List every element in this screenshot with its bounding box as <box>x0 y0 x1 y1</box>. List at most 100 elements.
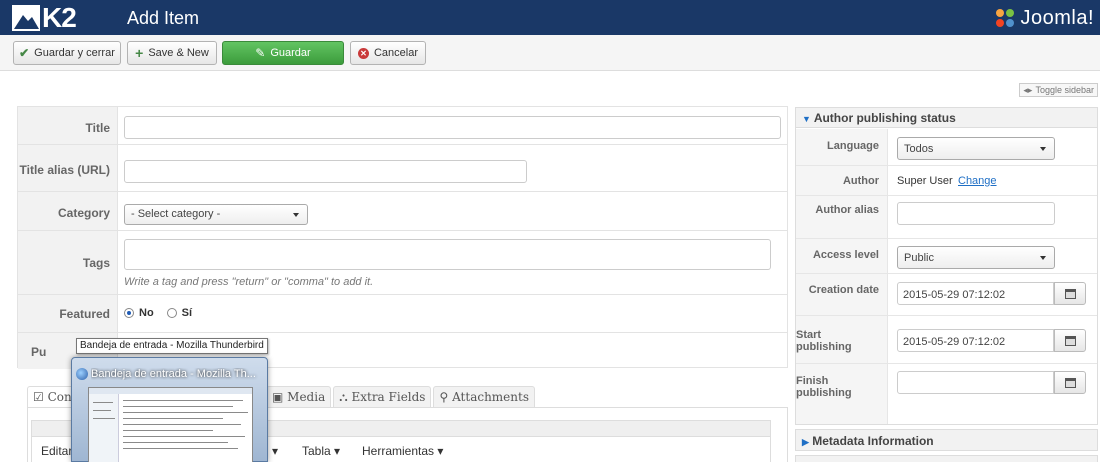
featured-no-radio[interactable] <box>124 308 134 318</box>
preview-screenshot <box>88 387 253 462</box>
author-alias-label: Author alias <box>815 204 879 216</box>
finish-publishing-row: Finish publishing <box>796 364 1097 424</box>
author-publishing-panel: ▼ Author publishing status Language Todo… <box>795 107 1098 425</box>
triangle-down-icon: ▼ <box>802 114 811 124</box>
finish-publishing-input[interactable] <box>897 371 1054 394</box>
author-publishing-header[interactable]: ▼ Author publishing status <box>796 108 1097 128</box>
language-selected: Todos <box>904 143 934 155</box>
featured-yes-radio[interactable] <box>166 308 177 318</box>
save-label: Guardar <box>270 47 311 59</box>
featured-no-label: No <box>139 307 154 319</box>
tags-hint: Write a tag and press "return" or "comma… <box>124 276 374 288</box>
access-label: Access level <box>812 249 879 261</box>
author-change-link[interactable]: Change <box>958 175 997 187</box>
preview-window-title: Bandeja de entrada - Mozilla Th... <box>91 368 256 380</box>
item-form: Title Title alias (URL) Category - Selec… <box>17 106 788 369</box>
featured-options: No Sí <box>124 307 192 319</box>
toggle-sidebar-button[interactable]: ◂▸ Toggle sidebar <box>1019 83 1098 97</box>
creation-date-calendar-button[interactable] <box>1054 282 1086 305</box>
author-publishing-title: Author publishing status <box>813 111 956 125</box>
alias-label: Title alias (URL) <box>19 163 110 177</box>
joomla-text: Joomla! <box>1020 6 1094 29</box>
featured-label: Featured <box>59 307 110 321</box>
access-select[interactable]: Public <box>897 246 1055 269</box>
published-label: Pu <box>31 345 47 359</box>
start-publishing-label: Start publishing <box>796 329 852 353</box>
alias-input[interactable] <box>124 160 527 183</box>
joomla-logo[interactable]: Joomla! <box>994 5 1094 31</box>
taskbar-window-preview[interactable]: Bandeja de entrada - Mozilla Th... <box>71 357 268 462</box>
creation-date-label: Creation date <box>808 284 879 296</box>
title-input[interactable] <box>124 116 781 139</box>
next-panel-header <box>795 455 1098 462</box>
cancel-button[interactable]: ✕ Cancelar <box>350 41 426 65</box>
menu-arrow[interactable]: ▾ <box>272 444 278 458</box>
plus-icon: + <box>135 45 144 61</box>
toolbar: ✔ Guardar y cerrar + Save & New ✎ Guarda… <box>0 35 1100 71</box>
author-alias-input[interactable] <box>897 202 1055 225</box>
chevron-down-icon <box>1040 256 1046 260</box>
cancel-label: Cancelar <box>373 47 419 59</box>
tab-attachments-label: Attachments <box>452 390 529 404</box>
category-label: Category <box>57 206 110 220</box>
paperclip-icon: ⚲ <box>439 390 449 404</box>
image-icon: ▣ <box>272 390 284 404</box>
thunderbird-icon <box>76 368 88 380</box>
title-label: Title <box>85 121 110 135</box>
tab-extra-fields-label: Extra Fields <box>351 390 426 404</box>
page-title: Add Item <box>127 8 200 28</box>
menu-table-label: Tabla <box>302 444 331 458</box>
sitemap-icon: ⛬ <box>339 390 348 404</box>
language-select[interactable]: Todos <box>897 137 1055 160</box>
close-icon: ✕ <box>357 47 369 59</box>
logo-text: K2 <box>42 2 77 33</box>
tab-attachments[interactable]: ⚲ Attachments <box>433 386 535 408</box>
triangle-right-icon: ▶ <box>802 437 809 447</box>
finish-publishing-calendar-button[interactable] <box>1054 371 1086 394</box>
save-close-button[interactable]: ✔ Guardar y cerrar <box>13 41 121 65</box>
tab-extra-fields[interactable]: ⛬ Extra Fields <box>333 386 432 408</box>
category-selected: - Select category - <box>131 208 221 220</box>
menu-table[interactable]: Tabla ▾ <box>302 444 340 458</box>
save-close-label: Guardar y cerrar <box>34 47 115 59</box>
menu-edit[interactable]: Editar <box>41 444 72 458</box>
menu-tools[interactable]: Herramientas ▾ <box>362 444 443 458</box>
language-row: Language Todos <box>796 129 1097 166</box>
k2-logo[interactable]: K2 <box>12 2 84 33</box>
tab-media[interactable]: ▣ Media <box>266 386 332 408</box>
metadata-header[interactable]: ▶ Metadata Information <box>795 429 1098 451</box>
save-new-button[interactable]: + Save & New <box>127 41 217 65</box>
access-selected: Public <box>904 252 934 264</box>
featured-yes-label: Sí <box>181 307 193 319</box>
finish-publishing-label: Finish publishing <box>796 375 852 399</box>
tags-input[interactable] <box>124 239 771 270</box>
top-header: K2 Add Item Joomla! <box>0 0 1100 35</box>
creation-date-input[interactable]: 2015-05-29 07:12:02 <box>897 282 1054 305</box>
author-name: Super User <box>897 175 953 187</box>
tags-label: Tags <box>82 256 110 270</box>
chevron-down-icon <box>293 213 299 217</box>
save-button[interactable]: ✎ Guardar <box>222 41 344 65</box>
calendar-icon <box>1064 335 1076 346</box>
taskbar-tooltip: Bandeja de entrada - Mozilla Thunderbird <box>76 338 268 354</box>
metadata-title: Metadata Information <box>812 434 934 448</box>
category-row: Category - Select category - <box>18 192 787 231</box>
edit-icon: ☑ <box>33 390 44 404</box>
author-label: Author <box>842 175 879 187</box>
toggle-arrows-icon: ◂▸ <box>1023 84 1033 95</box>
start-publishing-calendar-button[interactable] <box>1054 329 1086 352</box>
joomla-icon <box>996 9 1015 27</box>
alias-row: Title alias (URL) <box>18 145 787 192</box>
calendar-icon <box>1064 288 1076 299</box>
toggle-sidebar-label: Toggle sidebar <box>1035 85 1094 95</box>
menu-tools-label: Herramientas <box>362 444 435 458</box>
start-publishing-input[interactable]: 2015-05-29 07:12:02 <box>897 329 1054 352</box>
author-row: Author Super User Change <box>796 166 1097 196</box>
tags-row: Tags Write a tag and press "return" or "… <box>18 231 787 295</box>
start-publishing-row: Start publishing 2015-05-29 07:12:02 <box>796 316 1097 364</box>
menu-edit-label: Editar <box>41 444 73 458</box>
calendar-icon <box>1064 377 1076 388</box>
category-select[interactable]: - Select category - <box>124 204 308 225</box>
tab-media-label: Media <box>287 390 326 404</box>
edit-icon: ✎ <box>255 46 266 60</box>
